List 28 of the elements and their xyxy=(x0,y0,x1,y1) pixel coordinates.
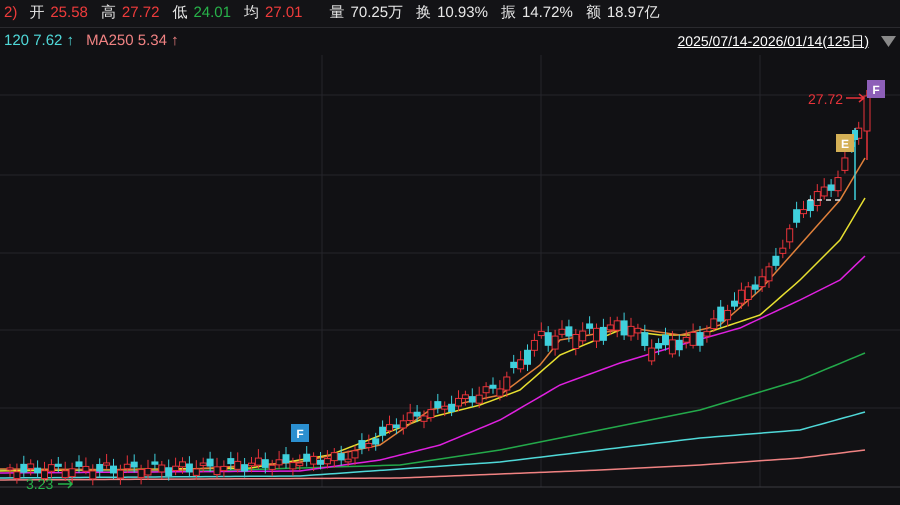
high-price-label: 27.72 xyxy=(808,91,844,107)
quote-label: 振 xyxy=(500,3,516,24)
event-marker[interactable]: F xyxy=(291,424,309,442)
quote-value: 70.25万 xyxy=(350,3,404,24)
quote-value: 25.58 xyxy=(50,3,88,24)
moving-average-label: MA250 5.34 ↑ xyxy=(86,30,179,51)
event-marker[interactable]: F xyxy=(867,80,885,98)
quote-label: 额 xyxy=(586,3,601,24)
arrow-icon xyxy=(845,93,866,103)
dropdown-icon[interactable] xyxy=(881,36,896,46)
quote-value: 2) xyxy=(4,3,18,24)
quote-value: 10.93% xyxy=(437,3,488,24)
arrow-icon xyxy=(57,479,74,489)
quote-label: 换 xyxy=(416,3,432,24)
low-price-label: 3.23 xyxy=(26,476,54,492)
quote-value: 18.97亿 xyxy=(606,3,660,24)
quote-value: 24.01 xyxy=(193,3,231,24)
quote-label: 高 xyxy=(100,3,116,24)
date-range-link[interactable]: 2025/07/14-2026/01/14(125日) xyxy=(678,30,869,52)
quote-value: 14.72% xyxy=(522,3,573,24)
moving-average-label: 120 7.62 ↑ xyxy=(4,30,74,51)
dashed-line xyxy=(808,199,842,201)
quote-value: 27.01 xyxy=(264,3,303,24)
quote-value: 27.72 xyxy=(122,3,160,24)
quote-label: 低 xyxy=(172,3,188,24)
quote-label: 开 xyxy=(29,3,44,24)
quote-label: 均 xyxy=(244,3,259,24)
quote-label: 量 xyxy=(330,3,345,24)
